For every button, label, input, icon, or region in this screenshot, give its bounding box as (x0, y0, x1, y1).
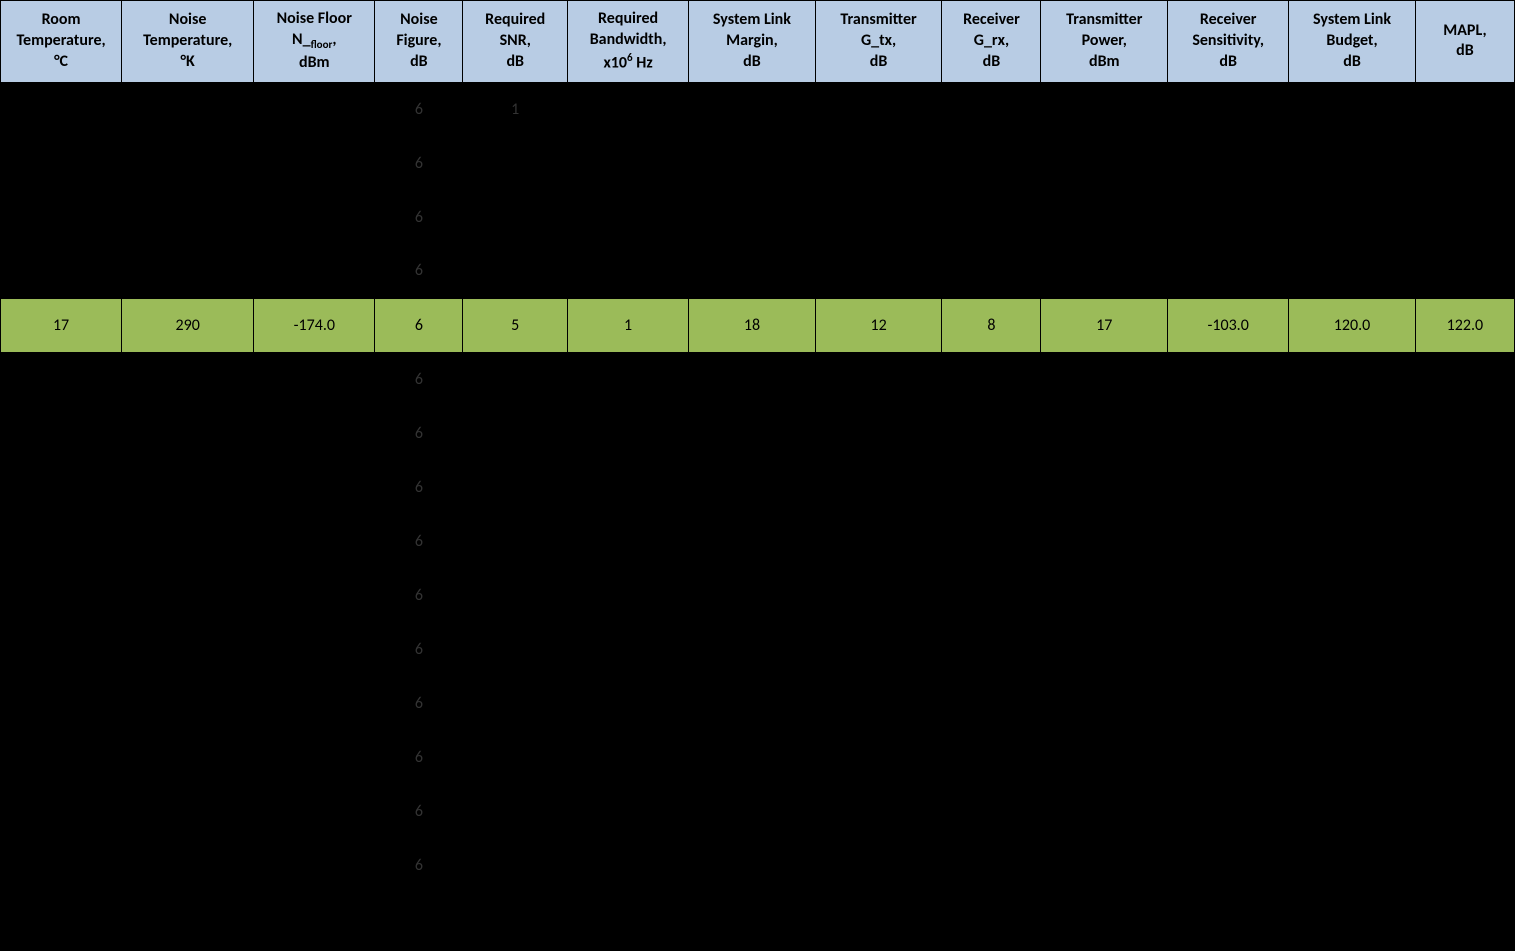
table-row: 17290-174.06111812817-107.0124.0126.0 (1, 82, 1515, 136)
cell: 17 (1, 298, 122, 352)
table-row: 17290-174.0611812817-99.0116.0118.0 (1, 514, 1515, 568)
cell (463, 514, 568, 568)
cell: 6 (375, 298, 463, 352)
table-row: 17290-174.0611812817-95.0112.0114.0 (1, 730, 1515, 784)
col-noise-temp: NoiseTemperature,°K (122, 1, 254, 83)
cell: 6 (375, 190, 463, 244)
table-row: 17290-174.0611812817-94.0111.0113.0 (1, 784, 1515, 838)
table-row: 17290-174.0611812817-101.0118.0120.0 (1, 406, 1515, 460)
cell: 18 (689, 298, 816, 352)
table-row: 17290-174.0611812817-102.0119.0121.0 (1, 352, 1515, 406)
cell (463, 784, 568, 838)
col-system-link-budget: System LinkBudget,dB (1289, 1, 1416, 83)
cell (463, 244, 568, 298)
cell (463, 352, 568, 406)
cell: 5 (463, 298, 568, 352)
cell: 1 (568, 298, 689, 352)
table-row: 17290-174.0611812817-104.0121.0123.0 (1, 244, 1515, 298)
cell (463, 838, 568, 892)
cell: 6 (375, 730, 463, 784)
cell: 6 (375, 460, 463, 514)
cell: 122.0 (1415, 298, 1514, 352)
cell: -174.0 (254, 298, 375, 352)
col-receiver-grx: ReceiverG_rx,dB (942, 1, 1041, 83)
cell: 6 (375, 244, 463, 298)
col-receiver-sensitivity: ReceiverSensitivity,dB (1168, 1, 1289, 83)
table-row: 17290-174.0611812817-98.0115.0117.0 (1, 568, 1515, 622)
cell: 8 (942, 298, 1041, 352)
cell (463, 730, 568, 784)
table-body: 17290-174.06111812817-107.0124.0126.0172… (1, 82, 1515, 892)
cell: 6 (375, 622, 463, 676)
table-row: 17290-174.0611812817-100.0117.0119.0 (1, 460, 1515, 514)
cell (463, 460, 568, 514)
col-required-bandwidth: RequiredBandwidth,x106 Hz (568, 1, 689, 83)
header-row: RoomTemperature,°C NoiseTemperature,°K N… (1, 1, 1515, 83)
cell (463, 190, 568, 244)
col-noise-figure: NoiseFigure,dB (375, 1, 463, 83)
col-system-link-margin: System LinkMargin,dB (689, 1, 816, 83)
table-row: 17290-174.06511812817-103.0120.0122.0 (1, 298, 1515, 352)
col-transmitter-gtx: TransmitterG_tx,dB (815, 1, 942, 83)
table-row: 17290-174.0611812817-97.0114.0116.0 (1, 622, 1515, 676)
cell: 6 (375, 352, 463, 406)
link-budget-table: RoomTemperature,°C NoiseTemperature,°K N… (0, 0, 1515, 892)
cell: -103.0 (1168, 298, 1289, 352)
cell: 6 (375, 82, 463, 136)
table-row: 17290-174.0611812817-93.0110.0112.0 (1, 838, 1515, 892)
cell: 12 (815, 298, 942, 352)
table-row: 17290-174.0611812817-96.0113.0115.0 (1, 676, 1515, 730)
col-transmitter-power: TransmitterPower,dBm (1041, 1, 1168, 83)
cell: 6 (375, 406, 463, 460)
cell: 6 (375, 676, 463, 730)
cell: 6 (375, 514, 463, 568)
cell: 6 (375, 136, 463, 190)
col-noise-floor: Noise FloorN_floor,dBm (254, 1, 375, 83)
cell: 1 (463, 82, 568, 136)
col-required-snr: RequiredSNR,dB (463, 1, 568, 83)
cell: 17 (1041, 298, 1168, 352)
cell: 290 (122, 298, 254, 352)
cell (463, 406, 568, 460)
cell (463, 676, 568, 730)
table-row: 17290-174.0611812817-105.0122.0124.0 (1, 190, 1515, 244)
cell: 6 (375, 784, 463, 838)
cell (463, 622, 568, 676)
cell (463, 136, 568, 190)
table-row: 17290-174.0611812817-106.0123.0125.0 (1, 136, 1515, 190)
col-mapl: MAPL,dB (1415, 1, 1514, 83)
cell: 120.0 (1289, 298, 1416, 352)
cell: 6 (375, 838, 463, 892)
col-room-temp: RoomTemperature,°C (1, 1, 122, 83)
cell (463, 568, 568, 622)
cell: 6 (375, 568, 463, 622)
